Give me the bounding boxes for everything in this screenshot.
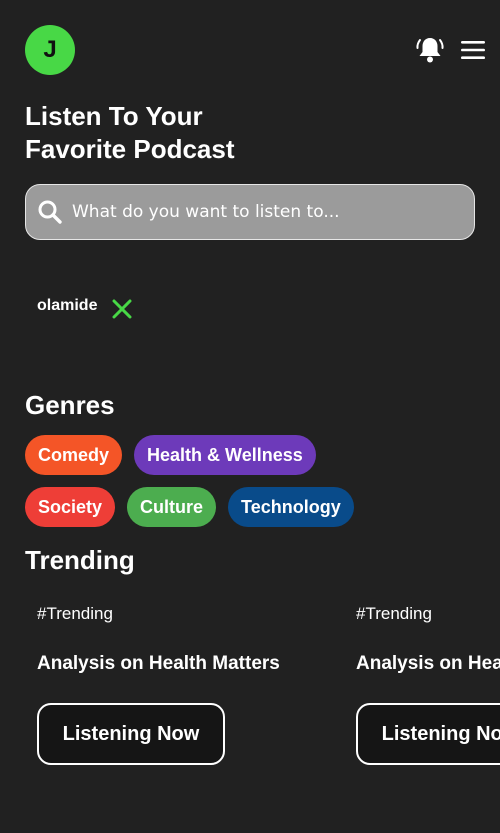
genre-row-1: Comedy Health & Wellness [25, 435, 475, 475]
trending-carousel[interactable]: #Trending Analysis on Health Matters Lis… [25, 590, 500, 790]
genre-chip-comedy[interactable]: Comedy [25, 435, 123, 475]
search-input[interactable] [72, 192, 474, 232]
trending-card-headline: Analysis on Health Matters [356, 653, 500, 674]
genre-chip-culture[interactable]: Culture [127, 487, 217, 527]
genres-heading: Genres [25, 390, 115, 420]
page-title-line-2: Favorite Podcast [25, 134, 235, 164]
genre-chip-technology[interactable]: Technology [228, 487, 354, 527]
recent-search-label[interactable]: olamide [37, 297, 97, 315]
genres-list: Comedy Health & Wellness Society Culture… [25, 435, 475, 539]
genre-chip-health-wellness[interactable]: Health & Wellness [134, 435, 316, 475]
genre-chip-society[interactable]: Society [25, 487, 116, 527]
trending-card-tag: #Trending [37, 604, 113, 623]
close-icon[interactable] [111, 298, 133, 320]
avatar-initial: J [43, 36, 57, 63]
listening-now-button[interactable]: Listening Now [37, 703, 225, 765]
trending-card-headline: Analysis on Health Matters [37, 653, 280, 674]
bell-icon[interactable] [415, 35, 445, 65]
listening-now-button[interactable]: Listening Now [356, 703, 500, 765]
podcast-home: J Listen To Your Favorite Podcast olamid… [0, 0, 500, 833]
search-icon [38, 200, 62, 224]
genre-row-2: Society Culture Technology [25, 487, 475, 527]
trending-card-tag: #Trending [356, 604, 432, 623]
avatar[interactable]: J [25, 25, 75, 75]
hamburger-menu-icon[interactable] [460, 38, 486, 62]
trending-card[interactable]: #Trending Analysis on Health Matters Lis… [25, 590, 325, 780]
page-title-line-1: Listen To Your [25, 101, 203, 131]
search-bar[interactable] [25, 184, 475, 240]
trending-card[interactable]: #Trending Analysis on Health Matters Lis… [344, 590, 500, 780]
trending-heading: Trending [25, 545, 135, 575]
page-title: Listen To Your Favorite Podcast [25, 100, 355, 166]
recent-search-chip: olamide [37, 292, 133, 320]
